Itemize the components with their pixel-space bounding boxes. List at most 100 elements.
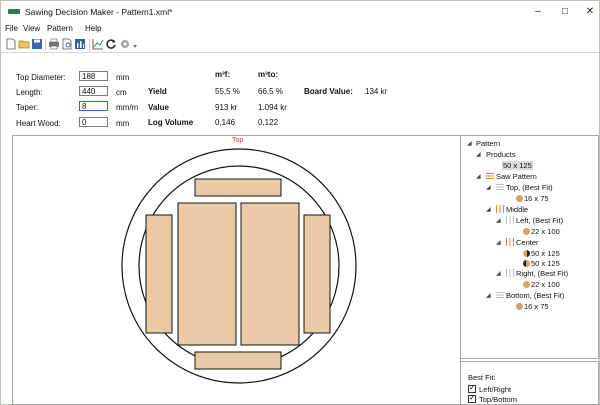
close-button[interactable]: ✕ — [579, 5, 600, 19]
tree-node-center-board-2[interactable]: 50 x 125 — [523, 259, 560, 268]
toolbar — [1, 36, 599, 53]
chart-icon[interactable] — [92, 38, 104, 50]
right-board-label: 22 x 100 — [531, 280, 560, 289]
right-board — [303, 214, 331, 334]
top-bottom-checkbox[interactable] — [468, 393, 476, 403]
tree-node-middle[interactable]: Middle — [506, 205, 528, 214]
left-right-label: Left/Right — [479, 385, 512, 394]
collapse-arrow-icon[interactable]: ◢ — [486, 184, 491, 191]
center-right-board — [240, 202, 300, 346]
bottom-board — [194, 351, 282, 370]
app-icon — [8, 9, 20, 14]
open-folder-icon[interactable] — [18, 38, 30, 50]
vertical-lines-icon — [506, 269, 514, 277]
window-title: Sawing Decision Maker - Pattern1.xml* — [25, 7, 173, 17]
horizontal-lines-icon — [496, 292, 504, 298]
collapse-arrow-icon[interactable]: ◢ — [476, 173, 481, 180]
tree-node-center-board-1[interactable]: 50 x 125 — [523, 249, 560, 258]
top-board-label: 16 x 75 — [524, 194, 549, 203]
log-volume-f-value: 0,146 — [215, 118, 236, 127]
report-icon[interactable] — [74, 38, 86, 50]
wood-board-icon — [523, 260, 530, 267]
taper-input[interactable] — [79, 101, 108, 111]
save-icon[interactable] — [31, 38, 43, 50]
tree-node-top-board[interactable]: 16 x 75 — [516, 194, 549, 203]
tree-node-products[interactable]: Products — [486, 150, 516, 159]
toolbar-separator — [89, 39, 90, 50]
vertical-lines-icon — [506, 238, 514, 246]
maximize-button[interactable]: □ — [554, 5, 576, 19]
tree-node-right-board[interactable]: 22 x 100 — [523, 280, 560, 289]
center-board-2-label: 50 x 125 — [531, 259, 560, 268]
tree-node-product-1[interactable]: 50 x 125 — [502, 161, 533, 170]
top-bottom-checkbox-row[interactable]: Top/Bottom — [468, 393, 517, 404]
heart-wood-label: Heart Wood: — [16, 119, 61, 128]
pattern-tree: ◢ Pattern ◢ Products 50 x 125 ◢ Saw Patt… — [460, 135, 599, 359]
top-diameter-input[interactable] — [79, 71, 108, 81]
value-f-value: 913 kr — [215, 103, 238, 112]
tree-node-saw-pattern[interactable]: Saw Pattern — [496, 172, 537, 181]
wood-board-icon — [523, 281, 530, 288]
options-icon[interactable] — [119, 38, 131, 50]
center-left-board — [177, 202, 237, 346]
wood-board-icon — [516, 195, 523, 202]
tree-node-pattern[interactable]: Pattern — [476, 139, 500, 148]
collapse-arrow-icon[interactable]: ◢ — [486, 206, 491, 213]
best-fit-panel: Best Fit: Left/Right Top/Bottom — [460, 361, 599, 405]
value-to-value: 1.094 kr — [258, 103, 287, 112]
tree-node-bottom[interactable]: Bottom, (Best Fit) — [506, 291, 564, 300]
length-label: Length: — [16, 88, 43, 97]
board-value-value: 134 kr — [365, 87, 388, 96]
length-input[interactable] — [79, 86, 108, 96]
heart-wood-input[interactable] — [79, 117, 108, 127]
taper-label: Taper: — [16, 103, 39, 112]
log-volume-to-value: 0,122 — [258, 118, 279, 127]
horizontal-lines-icon — [496, 184, 504, 190]
menu-file[interactable]: File — [5, 24, 18, 33]
m3to-header: m³to: — [258, 70, 278, 79]
bottom-board-label: 16 x 75 — [524, 302, 549, 311]
wood-board-icon — [523, 250, 530, 257]
top-diameter-unit: mm — [116, 73, 130, 82]
center-board-1-label: 50 x 125 — [531, 249, 560, 258]
menu-view[interactable]: View — [23, 24, 40, 33]
m3f-header: m³f: — [215, 70, 231, 79]
collapse-arrow-icon[interactable]: ◢ — [476, 151, 481, 158]
vertical-lines-icon — [506, 216, 514, 224]
taper-unit: mm/m — [116, 103, 139, 112]
tree-node-bottom-board[interactable]: 16 x 75 — [516, 302, 549, 311]
wood-board-icon — [523, 228, 530, 235]
menu-help[interactable]: Help — [85, 24, 101, 33]
collapse-arrow-icon[interactable]: ◢ — [486, 292, 491, 299]
top-diameter-label: Top Diameter: — [16, 73, 66, 82]
tree-node-left[interactable]: Left, (Best Fit) — [516, 216, 563, 225]
collapse-arrow-icon[interactable]: ◢ — [496, 270, 501, 277]
tree-node-right[interactable]: Right, (Best Fit) — [516, 269, 568, 278]
vertical-lines-icon — [496, 205, 504, 213]
collapse-arrow-icon[interactable]: ◢ — [496, 239, 501, 246]
yield-label: Yield — [148, 87, 167, 96]
length-unit: cm — [116, 88, 127, 97]
menu-bar: File View Pattern Help — [1, 23, 599, 35]
toolbar-separator — [45, 39, 46, 50]
best-fit-title: Best Fit: — [468, 373, 496, 382]
sawing-pattern-drawing — [121, 148, 357, 384]
tree-node-top[interactable]: Top, (Best Fit) — [506, 183, 553, 192]
yield-to-value: 66,5 % — [258, 87, 283, 96]
menu-pattern[interactable]: Pattern — [47, 24, 73, 33]
print-preview-icon[interactable] — [61, 38, 73, 50]
minimize-button[interactable]: – — [527, 5, 549, 19]
print-icon[interactable] — [48, 38, 60, 50]
tree-node-center[interactable]: Center — [516, 238, 539, 247]
left-right-checkbox[interactable] — [468, 383, 476, 393]
heart-wood-unit: mm — [116, 119, 130, 128]
collapse-arrow-icon[interactable]: ◢ — [496, 217, 501, 224]
new-file-icon[interactable] — [5, 38, 17, 50]
refresh-icon[interactable] — [105, 38, 117, 50]
tree-node-left-board[interactable]: 22 x 100 — [523, 227, 560, 236]
board-value-label: Board Value: — [304, 87, 353, 96]
pattern-canvas[interactable]: Top — [12, 135, 461, 405]
top-board — [194, 178, 282, 197]
dropdown-arrow-icon[interactable] — [132, 38, 138, 50]
collapse-arrow-icon[interactable]: ◢ — [467, 140, 472, 147]
